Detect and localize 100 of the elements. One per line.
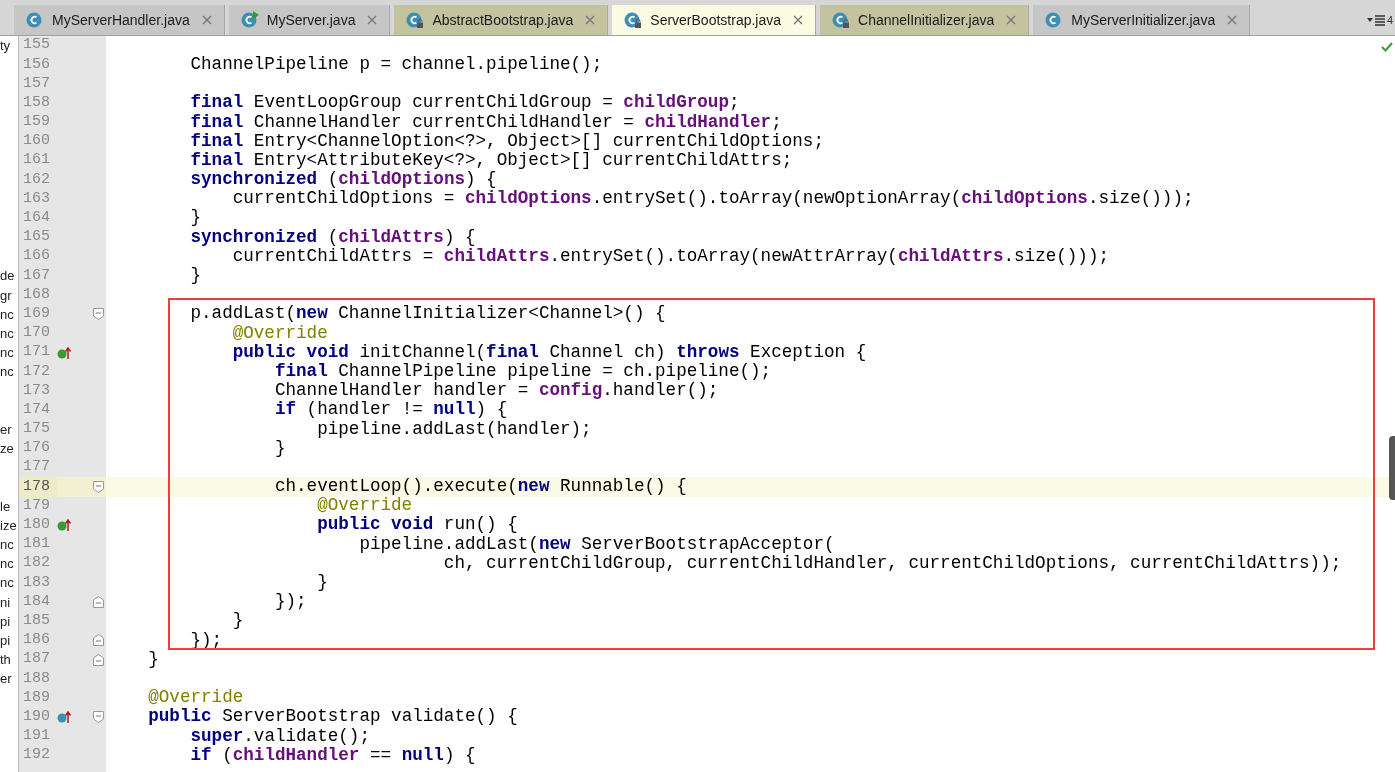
code-text: initChannel( xyxy=(358,343,487,362)
code-text: .size())); xyxy=(1003,247,1110,266)
class-icon xyxy=(624,11,643,29)
code-text: Entry<ChannelOption<?>, Object>[] currentChildOptions; xyxy=(252,132,824,151)
line-number: 156 xyxy=(22,54,51,75)
fold-icon[interactable] xyxy=(93,480,104,493)
code-text: .entrySet().toArray(newAttrArray( xyxy=(549,247,898,266)
field-text: childGroup xyxy=(623,94,729,112)
editor-tab[interactable]: MyServer.java xyxy=(228,5,391,35)
side-panel-text: de xyxy=(0,269,15,283)
close-icon[interactable] xyxy=(793,15,804,25)
line-number: 183 xyxy=(22,572,51,593)
annotation-text: @Override xyxy=(316,497,413,515)
side-panel-text: nc xyxy=(0,346,14,360)
code-text: Runnable() { xyxy=(559,478,687,496)
line-number: 185 xyxy=(22,610,51,631)
editor-tab[interactable]: ChannelInitializer.java xyxy=(820,5,1030,35)
line-number: 177 xyxy=(22,457,51,478)
editor-tab[interactable]: ServerBootstrap.java xyxy=(612,5,817,35)
keyword-text: null xyxy=(401,746,444,765)
side-panel-text: nc xyxy=(0,326,14,340)
line-number: 158 xyxy=(22,92,51,113)
keyword-text: new xyxy=(296,305,328,323)
tab-count: 4 xyxy=(1386,12,1393,28)
keyword-text: final xyxy=(486,343,539,362)
tab-label: MyServer.java xyxy=(266,10,356,30)
fold-icon[interactable] xyxy=(93,653,104,666)
line-number: 173 xyxy=(22,380,51,401)
keyword-text: final xyxy=(273,363,328,381)
code-text: run() { xyxy=(442,516,518,535)
close-icon[interactable] xyxy=(585,15,596,25)
code-text: ch.eventLoop().execute( xyxy=(273,478,518,496)
class-icon xyxy=(832,11,851,29)
code-text: } xyxy=(189,267,202,285)
close-icon[interactable] xyxy=(201,15,212,25)
code-text: ChannelInitializer<Channel>() { xyxy=(337,305,666,323)
fold-icon[interactable] xyxy=(93,596,104,609)
side-panel-text: ize xyxy=(0,518,17,532)
line-number: 175 xyxy=(22,419,51,440)
field-text: childOptions xyxy=(465,190,592,208)
side-panel-text: pi xyxy=(0,614,11,628)
code-text: (handler != xyxy=(305,401,424,419)
code-text: ChannelPipeline p = channel.pipeline(); xyxy=(189,56,603,74)
line-number: 162 xyxy=(22,169,51,190)
side-panel-text: le xyxy=(0,499,11,513)
keyword-text: final xyxy=(189,113,244,132)
close-icon[interactable] xyxy=(367,15,378,25)
code-text: } xyxy=(316,574,328,592)
code-text: p.addLast( xyxy=(189,305,297,323)
code-text: ServerBootstrap validate() { xyxy=(221,708,518,726)
keyword-text: new xyxy=(538,535,571,554)
line-number: 172 xyxy=(22,361,51,382)
side-panel-text: nc xyxy=(0,537,14,551)
code-text: }); xyxy=(273,593,307,611)
fold-icon[interactable] xyxy=(93,634,104,647)
keyword-text: throws xyxy=(676,343,740,362)
code-text: Exception { xyxy=(749,343,867,362)
code-text: ServerBootstrapAcceptor( xyxy=(580,535,835,554)
editor-tab[interactable]: AbstractBootstrap.java xyxy=(394,5,609,35)
tab-label: ChannelInitializer.java xyxy=(858,10,995,30)
code-text: } xyxy=(231,612,244,630)
field-text: childAttrs xyxy=(897,247,1004,266)
keyword-text: if xyxy=(189,746,212,765)
line-number: 176 xyxy=(22,438,51,459)
keyword-text: public void xyxy=(231,343,349,362)
line-number: 192 xyxy=(22,745,51,766)
field-text: childHandler xyxy=(232,746,360,765)
scrollbar-thumb[interactable] xyxy=(1389,436,1395,500)
fold-icon[interactable] xyxy=(93,308,104,321)
class-icon xyxy=(26,11,44,29)
line-number: 168 xyxy=(22,284,51,305)
line-number: 187 xyxy=(22,649,51,670)
check-icon xyxy=(1381,42,1393,52)
close-icon[interactable] xyxy=(1227,15,1238,25)
line-number: 165 xyxy=(22,227,51,248)
editor-tab[interactable]: MyServerHandler.java xyxy=(14,5,225,35)
line-number: 180 xyxy=(22,515,51,536)
line-number: 155 xyxy=(22,36,51,56)
field-text: childAttrs xyxy=(338,228,444,247)
keyword-text: final xyxy=(189,132,244,151)
keyword-text: synchronized xyxy=(189,228,318,247)
fold-icon[interactable] xyxy=(93,711,104,724)
line-number: 157 xyxy=(22,73,51,94)
keyword-text: public void xyxy=(316,516,434,535)
code-text: Channel ch) xyxy=(548,343,667,362)
code-text: ) { xyxy=(443,746,476,765)
editor-tab[interactable]: MyServerInitializer.java xyxy=(1033,5,1251,35)
keyword-text: null xyxy=(433,401,476,419)
code-text: EventLoopGroup currentChildGroup = xyxy=(252,94,614,112)
code-text: .size())); xyxy=(1087,190,1194,208)
side-panel-text: nc xyxy=(0,365,14,379)
class-icon xyxy=(406,11,425,29)
code-text: } xyxy=(273,439,286,458)
code-text: .validate(); xyxy=(243,727,370,746)
code-text: .entrySet().toArray(newOptionArray( xyxy=(591,190,962,208)
line-number: 163 xyxy=(22,188,51,209)
close-icon[interactable] xyxy=(1006,15,1017,25)
side-panel-text: er xyxy=(0,422,12,436)
line-number: 188 xyxy=(22,668,51,689)
tab-list-icon[interactable] xyxy=(1366,14,1385,26)
